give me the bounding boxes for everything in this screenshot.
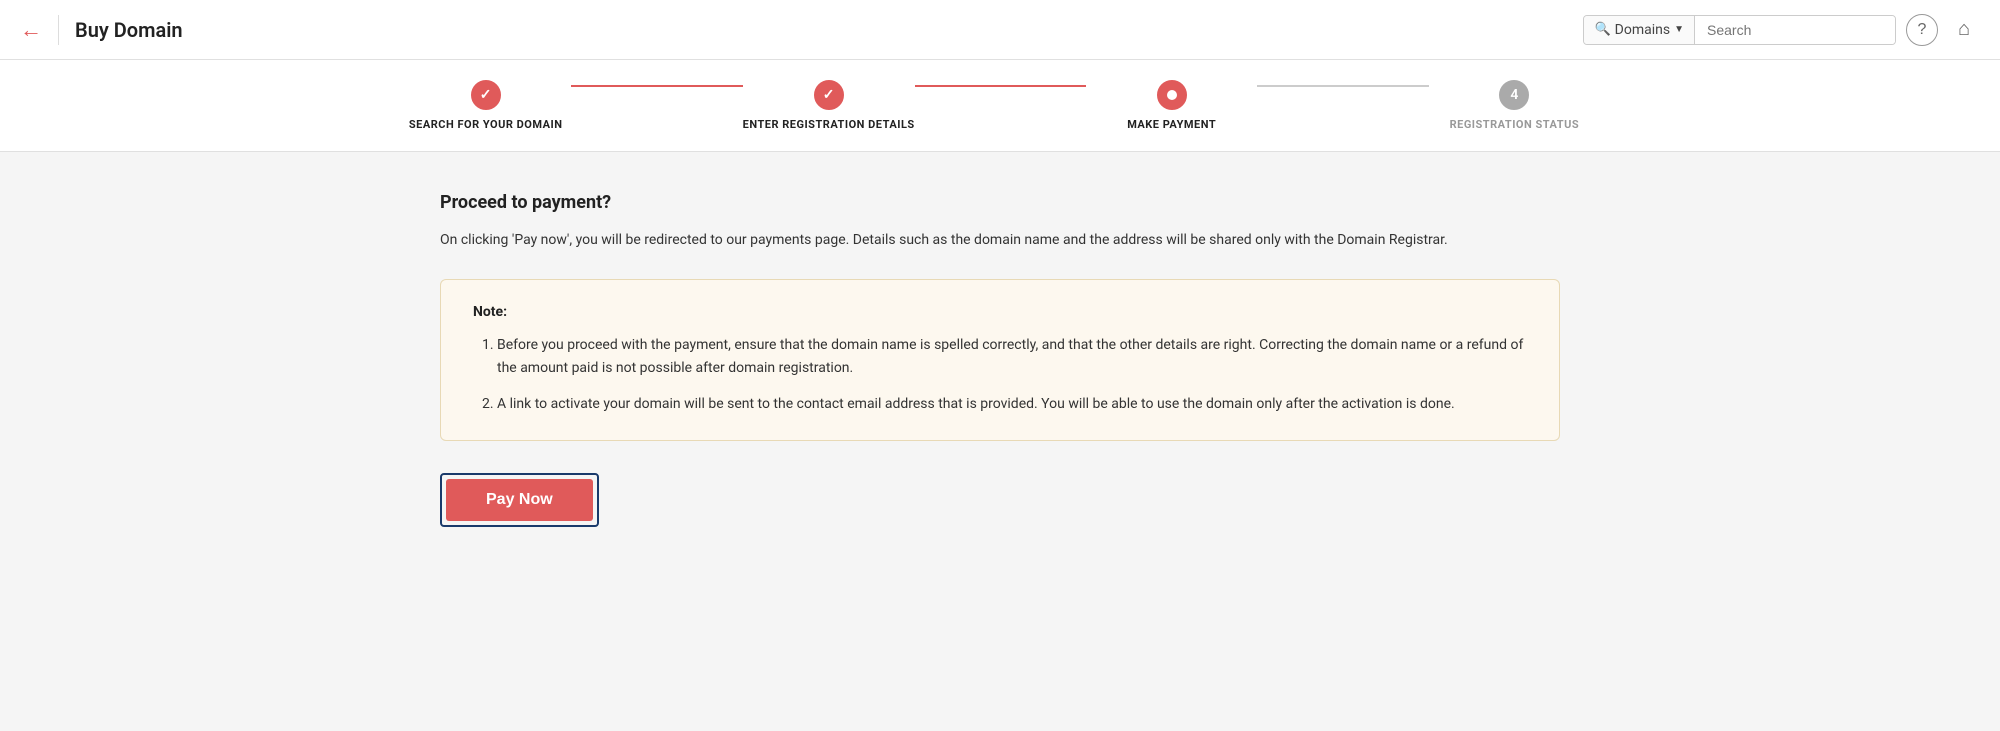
step-3: MAKE PAYMENT (1086, 80, 1257, 131)
header: ← Buy Domain 🔍 Domains ▼ ? ⌂ (0, 0, 2000, 60)
chevron-down-icon: ▼ (1674, 24, 1684, 35)
home-button[interactable]: ⌂ (1948, 14, 1980, 46)
page-title: Buy Domain (75, 18, 183, 42)
help-button[interactable]: ? (1906, 14, 1938, 46)
search-input[interactable] (1695, 16, 1895, 44)
header-right: 🔍 Domains ▼ ? ⌂ (1583, 14, 1980, 46)
connector-1-2 (571, 85, 742, 87)
step-1-label: SEARCH FOR YOUR DOMAIN (409, 118, 563, 131)
pay-now-button[interactable]: Pay Now (446, 479, 593, 521)
connector-3-4 (1257, 85, 1428, 87)
note-box: Note: Before you proceed with the paymen… (440, 279, 1560, 440)
step-3-dot (1167, 90, 1177, 100)
proceed-title: Proceed to payment? (440, 192, 1560, 213)
step-4-circle: 4 (1499, 80, 1529, 110)
stepper-wrapper: SEARCH FOR YOUR DOMAIN ENTER REGISTRATIO… (0, 60, 2000, 152)
stepper: SEARCH FOR YOUR DOMAIN ENTER REGISTRATIO… (400, 80, 1600, 131)
step-3-label: MAKE PAYMENT (1127, 118, 1216, 131)
search-container: 🔍 Domains ▼ (1583, 15, 1896, 45)
header-divider (58, 15, 59, 45)
main-content: Proceed to payment? On clicking 'Pay now… (400, 152, 1600, 567)
note-item-2: A link to activate your domain will be s… (497, 393, 1527, 415)
step-1-circle (471, 80, 501, 110)
proceed-description: On clicking 'Pay now', you will be redir… (440, 229, 1560, 251)
step-1-check-icon (480, 87, 492, 103)
step-2-label: ENTER REGISTRATION DETAILS (743, 118, 915, 131)
search-dropdown-label: Domains (1615, 22, 1670, 38)
step-4-label: REGISTRATION STATUS (1450, 118, 1580, 131)
step-1: SEARCH FOR YOUR DOMAIN (400, 80, 571, 131)
note-list: Before you proceed with the payment, ens… (473, 334, 1527, 415)
search-icon: 🔍 (1594, 22, 1610, 37)
pay-now-wrapper: Pay Now (440, 473, 599, 527)
step-2: ENTER REGISTRATION DETAILS (743, 80, 915, 131)
back-button[interactable]: ← (20, 19, 42, 41)
note-item-1: Before you proceed with the payment, ens… (497, 334, 1527, 379)
step-4: 4 REGISTRATION STATUS (1429, 80, 1600, 131)
note-title: Note: (473, 304, 1527, 320)
step-3-circle (1157, 80, 1187, 110)
search-dropdown[interactable]: 🔍 Domains ▼ (1584, 16, 1695, 44)
connector-2-3 (915, 85, 1086, 87)
step-2-check-icon (823, 87, 835, 103)
step-2-circle (814, 80, 844, 110)
step-4-number: 4 (1510, 87, 1518, 103)
